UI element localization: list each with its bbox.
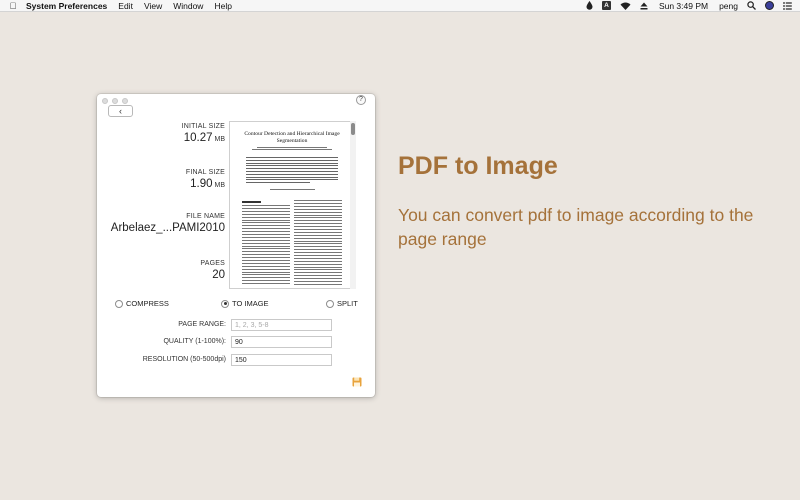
globe-icon[interactable] xyxy=(765,1,774,10)
initial-size-unit: MB xyxy=(214,136,226,143)
resolution-input[interactable] xyxy=(231,354,332,366)
pdf-preview[interactable]: Contour Detection and Hierarchical Image… xyxy=(229,121,352,289)
menu-edit[interactable]: Edit xyxy=(118,0,133,12)
back-chevron-icon: ‹ xyxy=(119,106,122,116)
quality-input[interactable] xyxy=(231,336,332,348)
pages-label: PAGES xyxy=(200,260,225,267)
preview-abstract xyxy=(242,157,342,184)
initial-size-label: INITIAL SIZE xyxy=(181,123,225,130)
preview-document-title: Contour Detection and Hierarchical Image… xyxy=(244,131,340,144)
menu-help[interactable]: Help xyxy=(214,0,231,12)
mode-compress-radio[interactable] xyxy=(115,299,123,308)
window-controls xyxy=(102,98,128,104)
drop-icon[interactable] xyxy=(586,1,593,10)
quality-row: QUALITY (1-100%): xyxy=(97,336,375,348)
save-icon[interactable] xyxy=(352,374,362,387)
clock[interactable]: Sun 3:49 PM xyxy=(659,0,708,12)
file-name-value: Arbelaez_...PAMI2010 xyxy=(110,222,225,234)
menu-view[interactable]: View xyxy=(144,0,162,12)
app-window: ? ‹ INITIAL SIZE 10.27 MB FINAL SIZE 1.90… xyxy=(97,94,375,397)
scrollbar-thumb[interactable] xyxy=(351,123,355,135)
initial-size-value: 10.27 xyxy=(183,132,213,144)
list-icon[interactable] xyxy=(783,1,792,10)
page-range-label: PAGE RANGE: xyxy=(178,321,226,328)
mode-to-image-radio[interactable] xyxy=(221,299,229,308)
mode-compress[interactable]: COMPRESS xyxy=(115,299,169,308)
mode-compress-label: COMPRESS xyxy=(126,299,169,308)
pages-block: PAGES 20 xyxy=(97,260,225,281)
help-icon[interactable]: ? xyxy=(356,95,366,105)
status-area: A Sun 3:49 PM peng xyxy=(577,0,800,12)
eject-icon[interactable] xyxy=(640,2,648,10)
final-size-label: FINAL SIZE xyxy=(185,169,225,176)
preview-scrollbar[interactable] xyxy=(350,121,356,289)
page-range-input[interactable] xyxy=(231,319,332,331)
file-name-block: FILE NAME Arbelaez_...PAMI2010 xyxy=(97,213,225,234)
final-size-unit: MB xyxy=(214,182,226,189)
apple-icon[interactable]:  xyxy=(0,0,26,12)
preview-authors xyxy=(242,147,342,153)
final-size-block: FINAL SIZE 1.90 MB xyxy=(97,169,225,190)
page-range-row: PAGE RANGE: xyxy=(97,319,375,331)
mode-split[interactable]: SPLIT xyxy=(326,299,358,308)
preview-divider xyxy=(242,189,342,191)
zoom-button[interactable] xyxy=(122,98,128,104)
back-button[interactable]: ‹ xyxy=(108,105,133,117)
resolution-label: RESOLUTION (50-500dpi) xyxy=(142,356,226,363)
input-source-label: A xyxy=(601,1,611,10)
menu-app-name[interactable]: System Preferences xyxy=(26,0,107,12)
mode-selector: COMPRESS TO IMAGE SPLIT xyxy=(115,299,360,311)
final-size-value: 1.90 xyxy=(190,178,213,190)
mode-to-image[interactable]: TO IMAGE xyxy=(221,299,269,308)
resolution-row: RESOLUTION (50-500dpi) xyxy=(97,354,375,366)
search-icon[interactable] xyxy=(747,1,756,10)
quality-label: QUALITY (1-100%): xyxy=(163,338,226,345)
user-name[interactable]: peng xyxy=(719,0,738,12)
mode-split-label: SPLIT xyxy=(337,299,358,308)
file-name-label: FILE NAME xyxy=(186,213,225,220)
preview-page: Contour Detection and Hierarchical Image… xyxy=(242,131,342,285)
pages-value: 20 xyxy=(212,269,225,281)
promo-description: You can convert pdf to image according t… xyxy=(398,205,754,249)
input-source-icon[interactable]: A xyxy=(601,1,611,10)
initial-size-block: INITIAL SIZE 10.27 MB xyxy=(97,123,225,144)
preview-columns xyxy=(242,198,342,285)
promo-title: PDF to Image xyxy=(398,152,558,180)
mode-to-image-label: TO IMAGE xyxy=(232,299,269,308)
wifi-icon[interactable] xyxy=(620,2,631,10)
menu-window[interactable]: Window xyxy=(173,0,203,12)
mode-split-radio[interactable] xyxy=(326,299,334,308)
minimize-button[interactable] xyxy=(112,98,118,104)
close-button[interactable] xyxy=(102,98,108,104)
menu-bar:  System Preferences Edit View Window He… xyxy=(0,0,800,12)
